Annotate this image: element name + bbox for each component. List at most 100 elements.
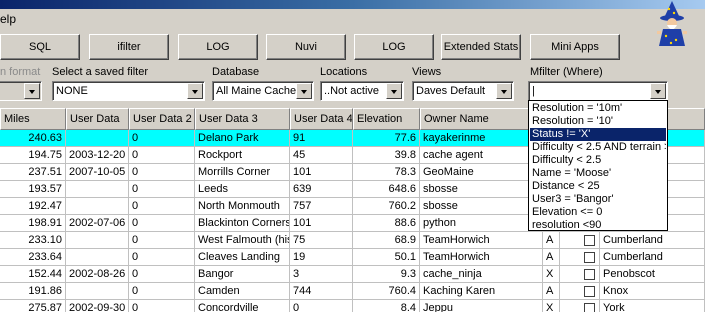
mfilter-option[interactable]: Resolution = '10m' bbox=[530, 102, 666, 115]
cell-status: X bbox=[543, 266, 560, 283]
mfilter-dropdown-list: Resolution = '10m' Resolution = '10' Statu… bbox=[528, 100, 668, 231]
cell-user-data-2: 0 bbox=[129, 147, 195, 164]
column-header-owner-name[interactable]: Owner Name bbox=[420, 108, 543, 130]
cell-miles: 233.10 bbox=[0, 232, 66, 249]
cell-user-data-2: 0 bbox=[129, 164, 195, 181]
row-checkbox[interactable] bbox=[584, 269, 595, 280]
mfilter-option[interactable]: Name = 'Moose' bbox=[530, 167, 666, 180]
row-checkbox[interactable] bbox=[584, 252, 595, 263]
cell-user-data-4: 101 bbox=[290, 215, 353, 232]
mfilter-option[interactable]: Resolution = '10' bbox=[530, 115, 666, 128]
cell-elevation: 648.6 bbox=[353, 181, 420, 198]
views-select[interactable]: Daves Default bbox=[412, 81, 514, 101]
ifilter-button[interactable]: ifilter bbox=[89, 34, 169, 60]
cell-user-data-3: Bangor bbox=[195, 266, 290, 283]
cell-elevation: 760.4 bbox=[353, 283, 420, 300]
cell-user-data-3: Rockport bbox=[195, 147, 290, 164]
cell-elevation: 88.6 bbox=[353, 215, 420, 232]
column-header-user-data[interactable]: User Data bbox=[66, 108, 129, 130]
locations-select[interactable]: ..Not active bbox=[320, 81, 404, 101]
cell-county: Penobscot bbox=[600, 266, 705, 283]
cell-owner-name: python bbox=[420, 215, 543, 232]
toolbar: SQL ifilter LOG Nuvi LOG Extended Stats … bbox=[0, 29, 705, 64]
cell-owner-name: cache agent bbox=[420, 147, 543, 164]
cell-elevation: 760.2 bbox=[353, 198, 420, 215]
chevron-down-icon[interactable] bbox=[386, 83, 402, 99]
cell-owner-name: sbosse bbox=[420, 198, 543, 215]
locations-value: ..Not active bbox=[324, 85, 380, 97]
cell-user-data bbox=[66, 249, 129, 266]
cell-miles: 237.51 bbox=[0, 164, 66, 181]
cell-user-data-3: Camden bbox=[195, 283, 290, 300]
table-row[interactable]: 233.10 0 West Falmouth (his 75 68.9 TeamHorwi… bbox=[0, 232, 705, 249]
cell-user-data: 2002-08-26 bbox=[66, 266, 129, 283]
chevron-down-icon[interactable] bbox=[496, 83, 512, 99]
cell-elevation: 8.4 bbox=[353, 300, 420, 312]
cell-user-data-2: 0 bbox=[129, 198, 195, 215]
table-row[interactable]: 233.64 0 Cleaves Landing 19 50.1 TeamHorwich A… bbox=[0, 249, 705, 266]
cell-checkbox bbox=[560, 283, 600, 300]
mfilter-option[interactable]: Elevation <= 0 bbox=[530, 206, 666, 219]
chevron-down-icon bbox=[24, 83, 40, 99]
cell-user-data-3: North Monmouth bbox=[195, 198, 290, 215]
cell-elevation: 78.3 bbox=[353, 164, 420, 181]
cell-user-data-2: 0 bbox=[129, 266, 195, 283]
log-button-2[interactable]: LOG bbox=[354, 34, 434, 60]
menu-help[interactable]: elp bbox=[0, 12, 16, 26]
menu-bar: elp bbox=[0, 9, 705, 29]
cell-user-data-2: 0 bbox=[129, 130, 195, 147]
table-row[interactable]: 152.44 2002-08-26 0 Bangor 3 9.3 cache_ninja X P… bbox=[0, 266, 705, 283]
chevron-down-icon[interactable] bbox=[296, 83, 312, 99]
cell-user-data-4: 3 bbox=[290, 266, 353, 283]
saved-filter-select[interactable]: NONE bbox=[52, 81, 205, 101]
column-header-user-data-4[interactable]: User Data 4 bbox=[290, 108, 353, 130]
nuvi-button[interactable]: Nuvi bbox=[266, 34, 346, 60]
cell-checkbox bbox=[560, 232, 600, 249]
cell-user-data bbox=[66, 198, 129, 215]
mfilter-option[interactable]: User3 = 'Bangor' bbox=[530, 193, 666, 206]
cell-county: Cumberland bbox=[600, 232, 705, 249]
extended-stats-button[interactable]: Extended Stats bbox=[441, 34, 521, 60]
chevron-down-icon[interactable] bbox=[187, 83, 203, 99]
row-checkbox[interactable] bbox=[584, 303, 595, 312]
mfilter-label: Mfilter (Where) bbox=[530, 66, 603, 78]
cell-county: Knox bbox=[600, 283, 705, 300]
cell-owner-name: TeamHorwich bbox=[420, 249, 543, 266]
cell-owner-name: kayakerinme bbox=[420, 130, 543, 147]
mfilter-option[interactable]: Distance < 25 bbox=[530, 180, 666, 193]
cell-miles: 198.91 bbox=[0, 215, 66, 232]
cell-user-data-4: 75 bbox=[290, 232, 353, 249]
row-checkbox[interactable] bbox=[584, 235, 595, 246]
format-label: n format bbox=[0, 66, 41, 78]
mfilter-option[interactable]: Status != 'X' bbox=[530, 128, 666, 141]
cell-miles: 240.63 bbox=[0, 130, 66, 147]
table-row[interactable]: 275.87 2002-09-30 0 Concordville 0 8.4 Jeppu X Y… bbox=[0, 300, 705, 312]
column-header-user-data-2[interactable]: User Data 2 bbox=[129, 108, 195, 130]
log-button[interactable]: LOG bbox=[178, 34, 258, 60]
column-header-user-data-3[interactable]: User Data 3 bbox=[195, 108, 290, 130]
cell-miles: 275.87 bbox=[0, 300, 66, 312]
cell-elevation: 9.3 bbox=[353, 266, 420, 283]
mfilter-input[interactable]: | bbox=[528, 81, 668, 101]
sql-button[interactable]: SQL bbox=[0, 34, 80, 60]
mfilter-option[interactable]: Difficulty < 2.5 bbox=[530, 154, 666, 167]
column-header-elevation[interactable]: Elevation bbox=[353, 108, 420, 130]
cell-elevation: 77.6 bbox=[353, 130, 420, 147]
cell-user-data-3: Concordville bbox=[195, 300, 290, 312]
row-checkbox[interactable] bbox=[584, 286, 595, 297]
mfilter-option[interactable]: Difficulty < 2.5 AND terrain > bbox=[530, 141, 666, 154]
cell-elevation: 50.1 bbox=[353, 249, 420, 266]
locations-label: Locations bbox=[320, 66, 368, 78]
mini-apps-button[interactable]: Mini Apps bbox=[530, 34, 620, 60]
cell-elevation: 68.9 bbox=[353, 232, 420, 249]
cell-checkbox bbox=[560, 300, 600, 312]
table-row[interactable]: 191.86 0 Camden 744 760.4 Kaching Karen A Knox bbox=[0, 283, 705, 300]
cell-miles: 194.75 bbox=[0, 147, 66, 164]
column-header-miles[interactable]: Miles bbox=[0, 108, 66, 130]
format-combo[interactable] bbox=[0, 81, 42, 101]
mfilter-value: | bbox=[532, 85, 535, 97]
database-select[interactable]: All Maine Caches bbox=[212, 81, 314, 101]
cell-user-data-4: 639 bbox=[290, 181, 353, 198]
chevron-down-icon[interactable] bbox=[650, 83, 666, 99]
mfilter-option[interactable]: resolution <90 bbox=[530, 219, 666, 232]
